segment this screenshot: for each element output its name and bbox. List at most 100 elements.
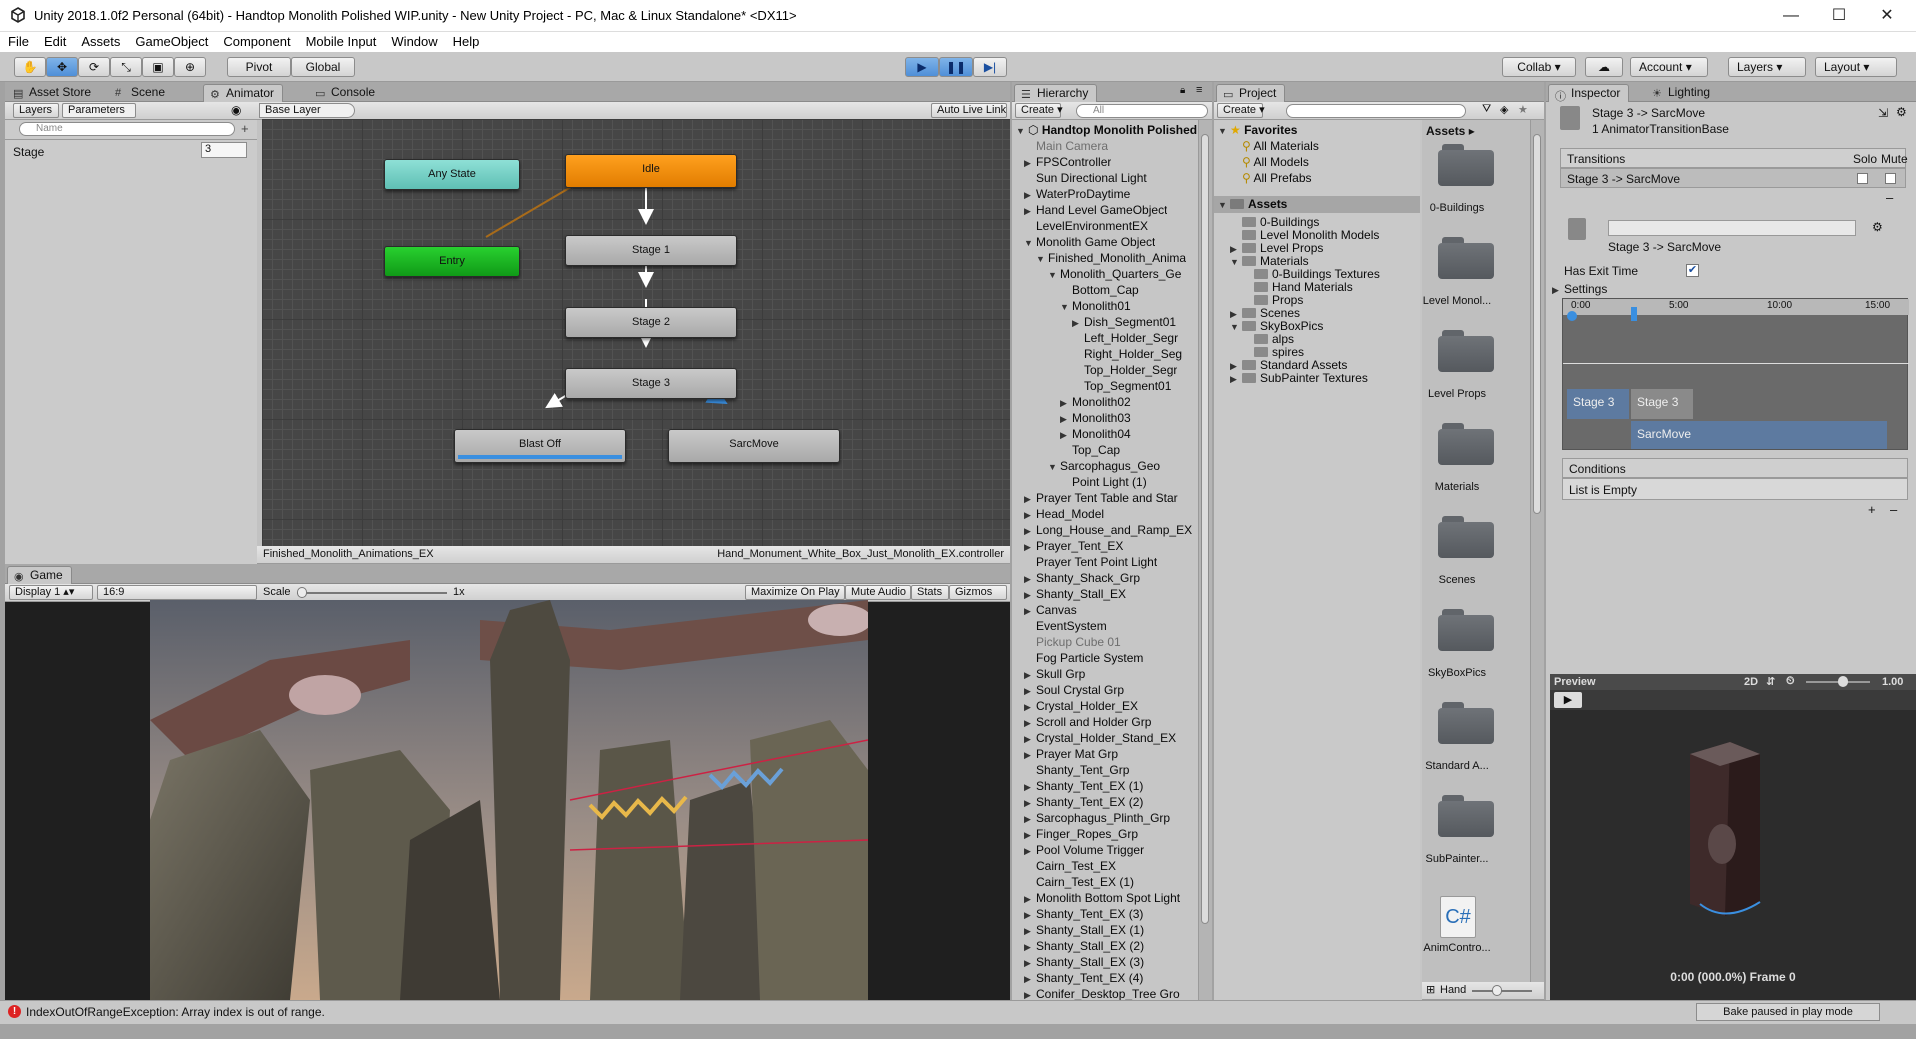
hierarchy-item[interactable]: ▶ Shanty_Stall_EX (1): [1024, 923, 1144, 939]
minimize-button[interactable]: —: [1768, 0, 1814, 32]
game-viewport[interactable]: [150, 600, 868, 1000]
expand-arrow-icon[interactable]: ▶: [1024, 606, 1036, 617]
layout-dropdown[interactable]: Layout ▾: [1815, 57, 1897, 77]
expand-arrow-icon[interactable]: ▶: [1024, 942, 1036, 953]
hierarchy-item[interactable]: ▼ Sarcophagus_Geo: [1048, 459, 1160, 475]
hierarchy-item[interactable]: ▶ Monolith Bottom Spot Light: [1024, 891, 1180, 907]
rotate-tool-button[interactable]: ⟳: [78, 57, 110, 77]
hierarchy-item[interactable]: ▶ Long_House_and_Ramp_EX: [1024, 523, 1192, 539]
account-dropdown[interactable]: Account ▾: [1630, 57, 1708, 77]
preview-area[interactable]: Preview 2D ⇵ ⏲ 1.00 ▶ 0:00 (000.0%) Fram…: [1550, 674, 1916, 1000]
expand-arrow-icon[interactable]: ▶: [1024, 846, 1036, 857]
expand-arrow-icon[interactable]: ▶: [1024, 910, 1036, 921]
filter-icon[interactable]: ⛛: [1482, 103, 1491, 116]
hierarchy-item[interactable]: Left_Holder_Segr: [1072, 331, 1178, 347]
hierarchy-item[interactable]: ▶ Shanty_Tent_EX (4): [1024, 971, 1143, 987]
parameter-value-field[interactable]: 3: [201, 142, 247, 158]
any-state-node[interactable]: Any State: [384, 159, 520, 190]
tab-console[interactable]: ▭ Console: [309, 84, 383, 102]
expand-arrow-icon[interactable]: ▶: [1024, 206, 1036, 217]
pivot-icon[interactable]: ⇵: [1766, 675, 1775, 688]
scale-tool-button[interactable]: ⤡: [110, 57, 142, 77]
add-condition-icon[interactable]: +: [1868, 502, 1876, 517]
grid-folder-icon[interactable]: [1438, 700, 1494, 744]
maximize-button[interactable]: ☐: [1816, 0, 1862, 32]
hierarchy-item[interactable]: Pickup Cube 01: [1024, 635, 1121, 651]
lock-icon[interactable]: 🔒︎: [1180, 85, 1185, 96]
expand-arrow-icon[interactable]: ▶: [1024, 958, 1036, 969]
expand-arrow-icon[interactable]: ▶: [1024, 990, 1036, 1000]
expand-arrow-icon[interactable]: ▶: [1024, 974, 1036, 985]
expand-arrow-icon[interactable]: ▶: [1072, 318, 1084, 329]
hierarchy-scrollbar[interactable]: [1198, 120, 1212, 1000]
expand-arrow-icon[interactable]: ▶: [1024, 894, 1036, 905]
label-icon[interactable]: ◈: [1500, 103, 1508, 116]
expand-arrow-icon[interactable]: ▶: [1024, 158, 1036, 169]
hierarchy-item[interactable]: ▶ Shanty_Tent_EX (3): [1024, 907, 1143, 923]
transition-gear-icon[interactable]: ⚙: [1872, 220, 1883, 234]
hierarchy-item[interactable]: ▼ Monolith_Quarters_Ge: [1048, 267, 1181, 283]
sarcmove-node[interactable]: SarcMove: [668, 429, 840, 463]
clip-sarcmove[interactable]: SarcMove: [1631, 421, 1887, 449]
favorites-header[interactable]: ▼ ★ Favorites: [1218, 123, 1297, 139]
close-button[interactable]: ✕: [1864, 0, 1910, 32]
hierarchy-item[interactable]: ▶ Hand Level GameObject: [1024, 203, 1167, 219]
eye-icon[interactable]: ◉: [231, 103, 241, 117]
tab-hierarchy[interactable]: ☰ Hierarchy: [1014, 84, 1098, 102]
grid-folder-icon[interactable]: [1438, 793, 1494, 837]
scale-slider[interactable]: [297, 592, 447, 594]
expand-arrow-icon[interactable]: ▶: [1024, 542, 1036, 553]
tab-inspector[interactable]: ⓘ Inspector: [1548, 84, 1630, 103]
layers-dropdown[interactable]: Layers ▾: [1728, 57, 1806, 77]
project-folder-item[interactable]: ▶ SubPainter Textures: [1230, 371, 1368, 387]
hierarchy-item[interactable]: ▶ Shanty_Tent_EX (2): [1024, 795, 1143, 811]
project-scrollbar[interactable]: [1530, 120, 1544, 988]
layers-tab[interactable]: Layers: [13, 103, 59, 118]
grid-folder-icon[interactable]: [1438, 328, 1494, 372]
animator-graph[interactable]: Any State Entry Idle Stage 1 Stage 2 Sta…: [262, 119, 1010, 546]
global-toggle[interactable]: Global: [291, 57, 355, 77]
mute-checkbox[interactable]: [1885, 173, 1896, 184]
hierarchy-item[interactable]: ▶ FPSController: [1024, 155, 1111, 171]
transition-list-item[interactable]: Stage 3 -> SarcMove: [1560, 168, 1906, 188]
hierarchy-item[interactable]: ▼ Monolith Game Object: [1024, 235, 1155, 251]
tab-project[interactable]: ▭ Project: [1216, 84, 1286, 102]
has-exit-time-checkbox[interactable]: ✔: [1686, 264, 1699, 277]
grid-folder-icon[interactable]: [1438, 142, 1494, 186]
aspect-dropdown[interactable]: 16:9: [97, 585, 257, 600]
hierarchy-item[interactable]: ▶ Finger_Ropes_Grp: [1024, 827, 1138, 843]
hierarchy-item[interactable]: Right_Holder_Seg: [1072, 347, 1182, 363]
hierarchy-item[interactable]: Fog Particle System: [1024, 651, 1143, 667]
transition-timeline[interactable]: 0:00 5:00 10:00 15:00 Stage 3 Stage 3 Sa…: [1562, 298, 1909, 450]
hierarchy-item[interactable]: ▶ Scroll and Holder Grp: [1024, 715, 1151, 731]
expand-arrow-icon[interactable]: ▶: [1024, 510, 1036, 521]
expand-arrow-icon[interactable]: ▶: [1024, 750, 1036, 761]
hierarchy-item[interactable]: Prayer Tent Point Light: [1024, 555, 1157, 571]
solo-checkbox[interactable]: [1857, 173, 1868, 184]
hierarchy-item[interactable]: ▶ WaterProDaytime: [1024, 187, 1130, 203]
expand-arrow-icon[interactable]: ▼: [1060, 302, 1072, 312]
display-dropdown[interactable]: Display 1 ▴▾: [9, 585, 93, 600]
icon-size-thumb[interactable]: [1492, 985, 1502, 996]
settings-gear-icon[interactable]: ⚙: [1896, 105, 1907, 119]
menu-component[interactable]: Component: [215, 32, 297, 49]
error-message[interactable]: IndexOutOfRangeException: Array index is…: [26, 1005, 325, 1019]
menu-gameobject[interactable]: GameObject: [127, 32, 215, 49]
hierarchy-item[interactable]: ▶ Prayer Tent Table and Star: [1024, 491, 1178, 507]
hierarchy-item[interactable]: ▶ Soul Crystal Grp: [1024, 683, 1124, 699]
hierarchy-item[interactable]: Sun Directional Light: [1024, 171, 1147, 187]
hierarchy-item[interactable]: ▶ Head_Model: [1024, 507, 1104, 523]
expand-arrow-icon[interactable]: ▶: [1024, 686, 1036, 697]
tab-animator[interactable]: ⚙ Animator: [203, 84, 284, 102]
idle-node[interactable]: Idle: [565, 154, 737, 188]
hierarchy-item[interactable]: ▼ Finished_Monolith_Anima: [1036, 251, 1186, 267]
hierarchy-item[interactable]: EventSystem: [1024, 619, 1107, 635]
expand-arrow-icon[interactable]: ▶: [1060, 398, 1072, 409]
scale-slider-thumb[interactable]: [297, 587, 307, 598]
icon-size-slider[interactable]: [1472, 990, 1532, 992]
timeline-start-marker[interactable]: [1567, 311, 1577, 321]
transition-name-field[interactable]: [1608, 220, 1856, 236]
hierarchy-item[interactable]: ▶ Shanty_Tent_EX (1): [1024, 779, 1143, 795]
parameter-search[interactable]: Name: [19, 122, 235, 136]
base-layer-breadcrumb[interactable]: Base Layer: [259, 103, 355, 118]
